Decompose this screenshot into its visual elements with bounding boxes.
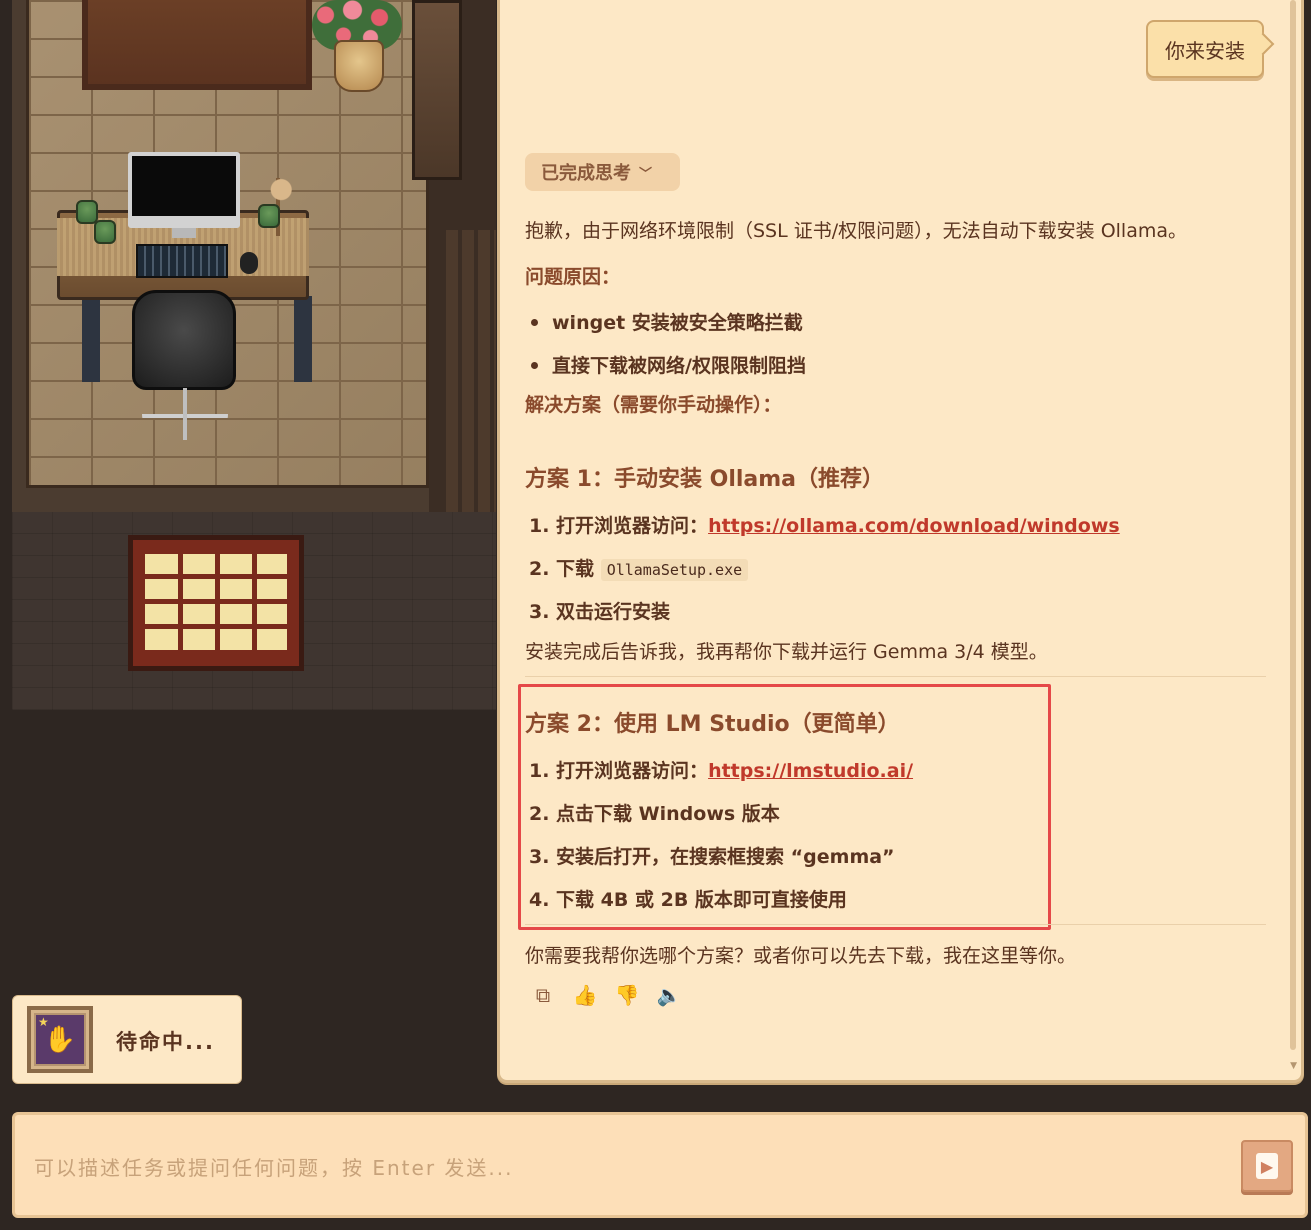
desk-leg	[82, 296, 100, 382]
problem-item: 直接下载被网络/权限限制阻挡	[552, 355, 806, 377]
scene-shelf	[82, 0, 312, 90]
scrollbar-thumb[interactable]	[1290, 0, 1296, 1050]
office-scene	[12, 0, 496, 710]
lobster-icon: ✋	[43, 1024, 77, 1055]
window-panes	[145, 554, 287, 650]
plan1-step1-label: 1. 打开浏览器访问：	[529, 515, 709, 537]
avatar: ★ ✋	[27, 1006, 93, 1073]
keyboard-icon	[136, 244, 228, 278]
succulent-icon	[258, 204, 280, 228]
plan1-step1: 1. 打开浏览器访问：https://ollama.com/download/w…	[529, 511, 1120, 538]
ollama-download-link[interactable]: https://ollama.com/download/windows	[708, 515, 1120, 537]
plan1-heading: 方案 1：手动安装 Ollama（推荐）	[525, 467, 885, 492]
mouse-icon	[240, 252, 258, 274]
chat-scrollbar[interactable]: ▼	[1287, 0, 1297, 1075]
message-composer: ▶	[12, 1112, 1308, 1218]
succulent-icon	[94, 220, 116, 244]
status-label: 待命中...	[116, 1030, 215, 1054]
plan1-step2-label: 2. 下载	[529, 558, 595, 580]
succulent-icon	[76, 200, 98, 224]
plant-pot	[334, 40, 384, 92]
section-divider	[525, 676, 1266, 677]
message-actions: ⧉ 👍 👎 🔈	[530, 982, 682, 1008]
section-divider	[525, 924, 1266, 925]
monitor-icon	[128, 152, 240, 228]
installer-filename: OllamaSetup.exe	[600, 559, 749, 581]
agent-avatar-icon: ★ ✋	[36, 1015, 84, 1064]
agent-status-card: ★ ✋ 待命中...	[12, 995, 242, 1084]
solution-heading: 解决方案（需要你手动操作）：	[525, 394, 782, 416]
speaker-icon[interactable]: 🔈	[656, 982, 682, 1008]
user-message-text: 你来安装	[1165, 38, 1245, 63]
thumbs-down-icon[interactable]: 👎	[614, 982, 640, 1008]
problem-heading: 问题原因：	[525, 266, 621, 288]
thumbs-up-icon[interactable]: 👍	[572, 982, 598, 1008]
chevron-down-icon: ﹀	[639, 166, 653, 182]
bullet-icon	[531, 319, 538, 326]
highlight-annotation	[518, 684, 1051, 930]
message-input[interactable]	[34, 1151, 1214, 1185]
assistant-closing: 你需要我帮你选哪个方案？或者你可以先去下载，我在这里等你。	[525, 945, 1077, 967]
send-button[interactable]: ▶	[1241, 1140, 1293, 1192]
copy-icon[interactable]: ⧉	[530, 982, 556, 1008]
chair-base	[142, 388, 228, 440]
plan1-step3: 3. 双击运行安装	[529, 601, 671, 623]
plan1-note: 安装完成后告诉我，我再帮你下载并运行 Gemma 3/4 模型。	[525, 641, 1048, 663]
thinking-label: 已完成思考	[541, 163, 631, 184]
office-chair-icon	[132, 290, 236, 390]
scene-window	[128, 535, 304, 671]
problem-item: winget 安装被安全策略拦截	[552, 312, 803, 334]
chat-panel[interactable]: ▼ 你来安装 已完成思考 ﹀ 抱歉，由于网络环境限制（SSL 证书/权限问题），…	[497, 0, 1304, 1083]
scroll-down-icon[interactable]: ▼	[1290, 1061, 1297, 1071]
plan1-step2: 2. 下载 OllamaSetup.exe	[529, 554, 749, 581]
send-icon: ▶	[1256, 1153, 1278, 1179]
star-icon: ★	[38, 1015, 49, 1029]
bullet-icon	[531, 362, 538, 369]
thinking-toggle[interactable]: 已完成思考 ﹀	[525, 153, 680, 191]
user-message-bubble: 你来安装	[1146, 20, 1264, 78]
monitor-stand	[172, 228, 196, 238]
desk-leg	[294, 296, 312, 382]
assistant-intro: 抱歉，由于网络环境限制（SSL 证书/权限问题），无法自动下载安装 Ollama…	[525, 220, 1187, 242]
scene-door	[412, 0, 462, 180]
